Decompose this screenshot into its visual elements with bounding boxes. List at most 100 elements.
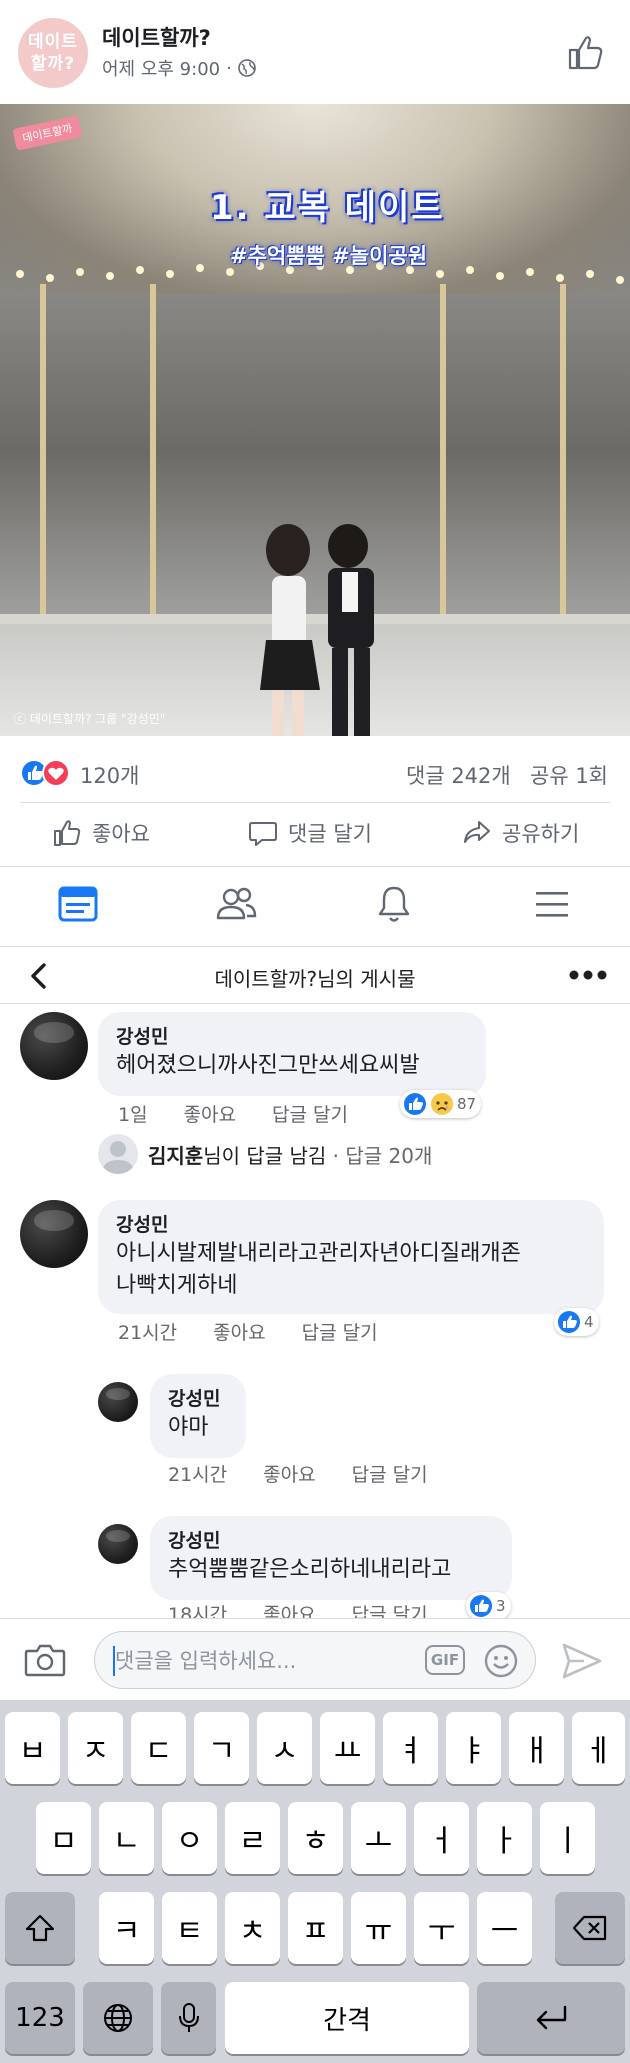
key[interactable]: ㅐ: [509, 1712, 564, 1784]
key[interactable]: ㅈ: [68, 1712, 123, 1784]
key[interactable]: ㅠ: [351, 1892, 406, 1964]
text-caret: [113, 1646, 115, 1676]
page-avatar[interactable]: 데이트 할까?: [18, 18, 88, 88]
reply-summary[interactable]: 김지훈님이 답글 남김 · 답글 20개: [98, 1134, 432, 1174]
return-key[interactable]: [477, 1982, 625, 2054]
comment-like-link[interactable]: 좋아요: [213, 1318, 265, 1345]
notifications-tab-icon[interactable]: [372, 882, 416, 926]
comment-button[interactable]: 댓글 달기: [248, 818, 372, 848]
key[interactable]: ㅁ: [36, 1802, 91, 1874]
photo-credit: ⓒ 데이트할까? 그룹 "강성민": [14, 712, 166, 726]
replier-name: 김지훈: [148, 1143, 204, 1168]
return-arrow-icon: [536, 2005, 567, 2030]
thumbs-up-icon[interactable]: [566, 32, 606, 72]
reaction-count[interactable]: 120개: [80, 760, 139, 790]
friends-tab-icon[interactable]: [214, 882, 258, 926]
app-tab-bar: [0, 868, 630, 936]
comment-reactions[interactable]: 4: [554, 1308, 599, 1336]
key[interactable]: ㅇ: [162, 1802, 217, 1874]
key[interactable]: ㄹ: [225, 1802, 280, 1874]
commenter-name[interactable]: 강성민: [168, 1528, 494, 1554]
globe-key[interactable]: [83, 1982, 153, 2054]
key[interactable]: ㅅ: [257, 1712, 312, 1784]
key[interactable]: ㅔ: [572, 1712, 625, 1784]
key[interactable]: ㅍ: [288, 1892, 343, 1964]
key[interactable]: ㄱ: [194, 1712, 249, 1784]
key[interactable]: ㅗ: [351, 1802, 406, 1874]
comment-input[interactable]: [115, 1646, 415, 1676]
key[interactable]: ㅣ: [540, 1802, 595, 1874]
carousel-pole: [40, 284, 46, 624]
comment-like-link[interactable]: 좋아요: [263, 1460, 315, 1487]
comment-bubble: 강성민 추억뿜뿜같은소리하네내리라고: [150, 1516, 512, 1600]
post-header: 데이트 할까? 데이트할까? 어제 오후 9:00 ·: [0, 0, 630, 100]
default-avatar-icon: [102, 1141, 134, 1174]
more-options-icon[interactable]: [568, 969, 608, 981]
key[interactable]: ㅛ: [320, 1712, 375, 1784]
gif-button[interactable]: GIF: [425, 1645, 465, 1675]
replier-avatar: [98, 1134, 138, 1174]
news-feed-tab-icon[interactable]: [56, 882, 100, 926]
commenter-name[interactable]: 강성민: [116, 1024, 468, 1050]
meta-separator: ·: [226, 57, 232, 79]
backspace-key[interactable]: [555, 1892, 625, 1964]
menu-tab-icon[interactable]: [530, 882, 574, 926]
comment-text: 나빡치게하네: [116, 1273, 238, 1298]
share-count[interactable]: 공유 1회: [530, 760, 608, 790]
shift-key[interactable]: [5, 1892, 75, 1964]
key[interactable]: ㅋ: [99, 1892, 154, 1964]
photo-title: 1. 교복 데이트: [210, 188, 445, 228]
comment-meta: 21시간 좋아요 답글 달기: [168, 1460, 428, 1487]
like-button[interactable]: 좋아요: [52, 818, 150, 848]
backspace-icon: [572, 1915, 607, 1941]
like-reaction-icon: [558, 1311, 580, 1333]
commenter-avatar[interactable]: [20, 1200, 88, 1268]
comment-reactions[interactable]: 3: [466, 1592, 511, 1620]
comment-reply-link[interactable]: 답글 달기: [302, 1318, 378, 1345]
comment-reply-link[interactable]: 답글 달기: [272, 1100, 348, 1127]
comment-icon: [249, 822, 277, 846]
key[interactable]: ㅡ: [477, 1892, 532, 1964]
reaction-icons[interactable]: [20, 759, 76, 787]
send-icon[interactable]: [560, 1641, 604, 1681]
key[interactable]: ㅜ: [414, 1892, 469, 1964]
commenter-avatar[interactable]: [98, 1524, 138, 1564]
reaction-count: 87: [457, 1095, 477, 1113]
commenter-name[interactable]: 강성민: [168, 1386, 228, 1412]
key[interactable]: ㄴ: [99, 1802, 154, 1874]
camera-icon[interactable]: [24, 1641, 66, 1679]
key[interactable]: ㅏ: [477, 1802, 532, 1874]
space-key[interactable]: 간격: [225, 1982, 469, 2054]
comment-time: 1일: [118, 1104, 148, 1126]
commenter-name[interactable]: 강성민: [116, 1212, 586, 1238]
comment-input-field[interactable]: GIF: [94, 1631, 536, 1689]
key[interactable]: ㅊ: [225, 1892, 280, 1964]
comment-reply-link[interactable]: 답글 달기: [352, 1460, 428, 1487]
key[interactable]: ㅎ: [288, 1802, 343, 1874]
commenter-avatar[interactable]: [20, 1012, 88, 1080]
dictation-key[interactable]: [161, 1982, 216, 2054]
key[interactable]: ㅓ: [414, 1802, 469, 1874]
comment-count[interactable]: 댓글 242개: [406, 760, 511, 790]
numbers-key[interactable]: 123: [5, 1982, 75, 2054]
key[interactable]: ㅕ: [383, 1712, 438, 1784]
comment-input-bar: GIF: [0, 1618, 630, 1700]
like-reaction-icon: [470, 1595, 492, 1617]
post-photo[interactable]: 데이트할까 1. 교복 데이트 #추억뿜뿜 #놀이공원 ⓒ 데이트할까? 그룹 …: [0, 104, 630, 736]
comment-meta: 1일 좋아요 답글 달기: [118, 1100, 348, 1127]
comments-header: 데이트할까?님의 게시물: [0, 946, 630, 1004]
carousel-pole: [150, 284, 156, 624]
thumbs-up-icon: [54, 820, 81, 846]
page-name[interactable]: 데이트할까?: [102, 22, 211, 52]
comment-reactions[interactable]: 87: [400, 1090, 482, 1118]
key[interactable]: ㄷ: [131, 1712, 186, 1784]
key[interactable]: ㅑ: [446, 1712, 501, 1784]
post-time[interactable]: 어제 오후 9:00: [102, 55, 220, 81]
commenter-avatar[interactable]: [98, 1382, 138, 1422]
key[interactable]: ㅂ: [5, 1712, 60, 1784]
sad-reaction-icon: [431, 1093, 453, 1115]
comment-like-link[interactable]: 좋아요: [184, 1100, 236, 1127]
share-button[interactable]: 공유하기: [462, 818, 579, 848]
key[interactable]: ㅌ: [162, 1892, 217, 1964]
emoji-icon[interactable]: [484, 1644, 518, 1678]
